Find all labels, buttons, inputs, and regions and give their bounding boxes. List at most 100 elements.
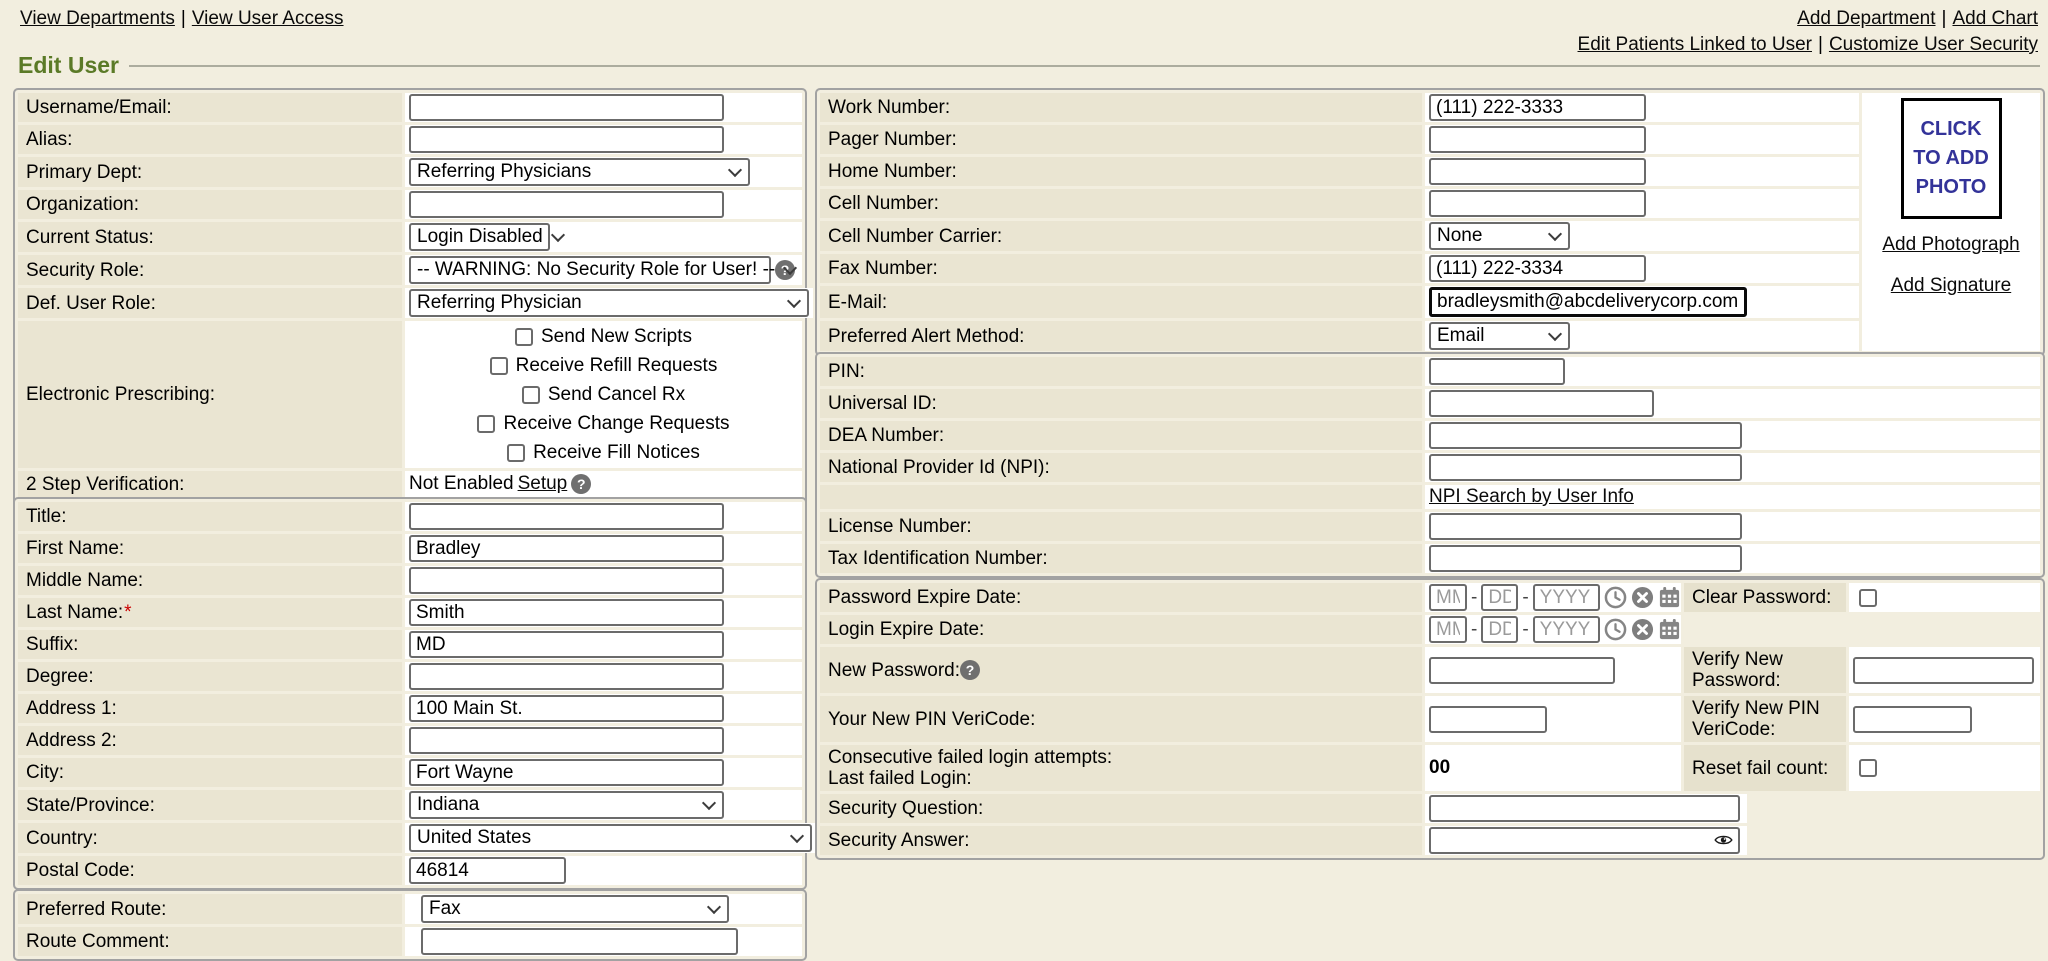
city-input[interactable] bbox=[409, 759, 724, 786]
home-number-input[interactable] bbox=[1429, 158, 1646, 185]
tax-id-input[interactable] bbox=[1429, 545, 1742, 572]
current-status-select[interactable]: Login Disabled bbox=[409, 223, 550, 251]
failed-login-attempts-label: Consecutive failed login attempts:Last f… bbox=[820, 745, 1422, 791]
failed-login-attempts-value: 00 bbox=[1429, 757, 1450, 779]
address1-input[interactable] bbox=[409, 695, 724, 722]
verify-pin-vericode-input[interactable] bbox=[1853, 706, 1972, 733]
email-label: E-Mail: bbox=[820, 286, 1422, 318]
edit-user-section: Edit User bbox=[18, 52, 2040, 79]
view-user-access-link[interactable]: View User Access bbox=[192, 8, 344, 29]
security-role-label: Security Role: bbox=[18, 255, 402, 285]
date-separator: - bbox=[1471, 587, 1477, 609]
degree-input[interactable] bbox=[409, 663, 724, 690]
password-expire-day-input[interactable] bbox=[1481, 584, 1518, 611]
chevron-down-icon bbox=[790, 829, 804, 843]
pager-number-input[interactable] bbox=[1429, 126, 1646, 153]
first-name-input[interactable] bbox=[409, 535, 724, 562]
chevron-down-icon bbox=[1548, 227, 1562, 241]
middle-name-label: Middle Name: bbox=[18, 566, 402, 595]
clear-date-icon[interactable] bbox=[1631, 618, 1654, 641]
npi-input[interactable] bbox=[1429, 454, 1742, 481]
receive-refill-requests-checkbox[interactable] bbox=[490, 357, 508, 375]
route-comment-input[interactable] bbox=[421, 928, 738, 955]
primary-dept-select[interactable]: Referring Physicians bbox=[409, 158, 750, 186]
two-step-setup-link[interactable]: Setup bbox=[518, 473, 568, 495]
cell-number-carrier-label: Cell Number Carrier: bbox=[820, 221, 1422, 251]
suffix-input[interactable] bbox=[409, 631, 724, 658]
reset-fail-count-checkbox[interactable] bbox=[1859, 759, 1877, 777]
login-expire-day-input[interactable] bbox=[1481, 616, 1518, 643]
login-expire-year-input[interactable] bbox=[1533, 616, 1600, 643]
country-select[interactable]: United States bbox=[409, 824, 812, 852]
help-icon[interactable]: ? bbox=[960, 660, 980, 680]
tax-id-label: Tax Identification Number: bbox=[820, 544, 1422, 573]
city-label: City: bbox=[18, 758, 402, 787]
security-role-select[interactable]: -- WARNING: No Security Role for User! -… bbox=[409, 256, 771, 284]
two-step-status: Not Enabled bbox=[409, 473, 514, 495]
send-cancel-rx-checkbox[interactable] bbox=[522, 386, 540, 404]
eye-icon[interactable] bbox=[1714, 833, 1733, 847]
suffix-label: Suffix: bbox=[18, 630, 402, 659]
last-name-label: Last Name:* bbox=[18, 598, 402, 627]
receive-fill-notices-checkbox[interactable] bbox=[507, 444, 525, 462]
pin-vericode-input[interactable] bbox=[1429, 706, 1547, 733]
new-password-input[interactable] bbox=[1429, 657, 1615, 684]
add-chart-link[interactable]: Add Chart bbox=[1952, 8, 2038, 29]
universal-id-input[interactable] bbox=[1429, 390, 1654, 417]
calendar-icon[interactable] bbox=[1658, 586, 1681, 609]
reset-fail-count-label: Reset fail count: bbox=[1684, 745, 1846, 791]
cell-number-input[interactable] bbox=[1429, 190, 1646, 217]
security-answer-input[interactable] bbox=[1429, 827, 1740, 854]
dea-number-input[interactable] bbox=[1429, 422, 1742, 449]
username-input[interactable] bbox=[409, 94, 724, 121]
clock-icon[interactable] bbox=[1604, 618, 1627, 641]
middle-name-input[interactable] bbox=[409, 567, 724, 594]
npi-search-link[interactable]: NPI Search by User Info bbox=[1429, 486, 1634, 508]
pin-input[interactable] bbox=[1429, 358, 1565, 385]
receive-change-requests-checkbox[interactable] bbox=[477, 415, 495, 433]
address2-input[interactable] bbox=[409, 727, 724, 754]
calendar-icon[interactable] bbox=[1658, 618, 1681, 641]
send-new-scripts-checkbox[interactable] bbox=[515, 328, 533, 346]
alias-input[interactable] bbox=[409, 126, 724, 153]
postal-code-input[interactable] bbox=[409, 857, 566, 884]
preferred-alert-method-select[interactable]: Email bbox=[1429, 322, 1570, 350]
chevron-down-icon bbox=[702, 796, 716, 810]
organization-input[interactable] bbox=[409, 191, 724, 218]
clear-date-icon[interactable] bbox=[1631, 586, 1654, 609]
verify-new-password-input[interactable] bbox=[1853, 657, 2034, 684]
preferred-alert-method-label: Preferred Alert Method: bbox=[820, 321, 1422, 351]
clock-icon[interactable] bbox=[1604, 586, 1627, 609]
pin-vericode-label: Your New PIN VeriCode: bbox=[820, 696, 1422, 742]
add-department-link[interactable]: Add Department bbox=[1797, 8, 1935, 29]
top-right-nav: Add Department|Add Chart Edit Patients L… bbox=[1578, 6, 2038, 58]
dea-number-label: DEA Number: bbox=[820, 421, 1422, 450]
home-number-label: Home Number: bbox=[820, 157, 1422, 186]
password-expire-month-input[interactable] bbox=[1429, 584, 1467, 611]
state-province-select[interactable]: Indiana bbox=[409, 791, 724, 819]
add-photograph-link[interactable]: Add Photograph bbox=[1882, 234, 2019, 256]
work-number-input[interactable] bbox=[1429, 94, 1646, 121]
email-input[interactable] bbox=[1429, 287, 1747, 317]
click-to-add-photo-box[interactable]: CLICK TO ADD PHOTO bbox=[1901, 98, 2002, 219]
add-signature-link[interactable]: Add Signature bbox=[1891, 275, 2011, 297]
help-icon[interactable]: ? bbox=[571, 474, 591, 494]
login-expire-month-input[interactable] bbox=[1429, 616, 1467, 643]
preferred-route-select[interactable]: Fax bbox=[421, 895, 729, 923]
fax-number-input[interactable] bbox=[1429, 255, 1646, 282]
password-expire-year-input[interactable] bbox=[1533, 584, 1600, 611]
password-expire-date-label: Password Expire Date: bbox=[820, 583, 1422, 612]
security-question-input[interactable] bbox=[1429, 795, 1740, 822]
state-province-label: State/Province: bbox=[18, 790, 402, 820]
view-departments-link[interactable]: View Departments bbox=[20, 8, 175, 29]
security-answer-label: Security Answer: bbox=[820, 826, 1422, 855]
last-name-input[interactable] bbox=[409, 599, 724, 626]
password-security-table: Password Expire Date: -- Clear Password:… bbox=[815, 578, 2045, 860]
pager-number-label: Pager Number: bbox=[820, 125, 1422, 154]
title-input[interactable] bbox=[409, 503, 724, 530]
cell-number-carrier-select[interactable]: None bbox=[1429, 222, 1570, 250]
def-user-role-select[interactable]: Referring Physician bbox=[409, 289, 809, 317]
clear-password-label: Clear Password: bbox=[1684, 583, 1846, 612]
clear-password-checkbox[interactable] bbox=[1859, 589, 1877, 607]
license-number-input[interactable] bbox=[1429, 513, 1742, 540]
